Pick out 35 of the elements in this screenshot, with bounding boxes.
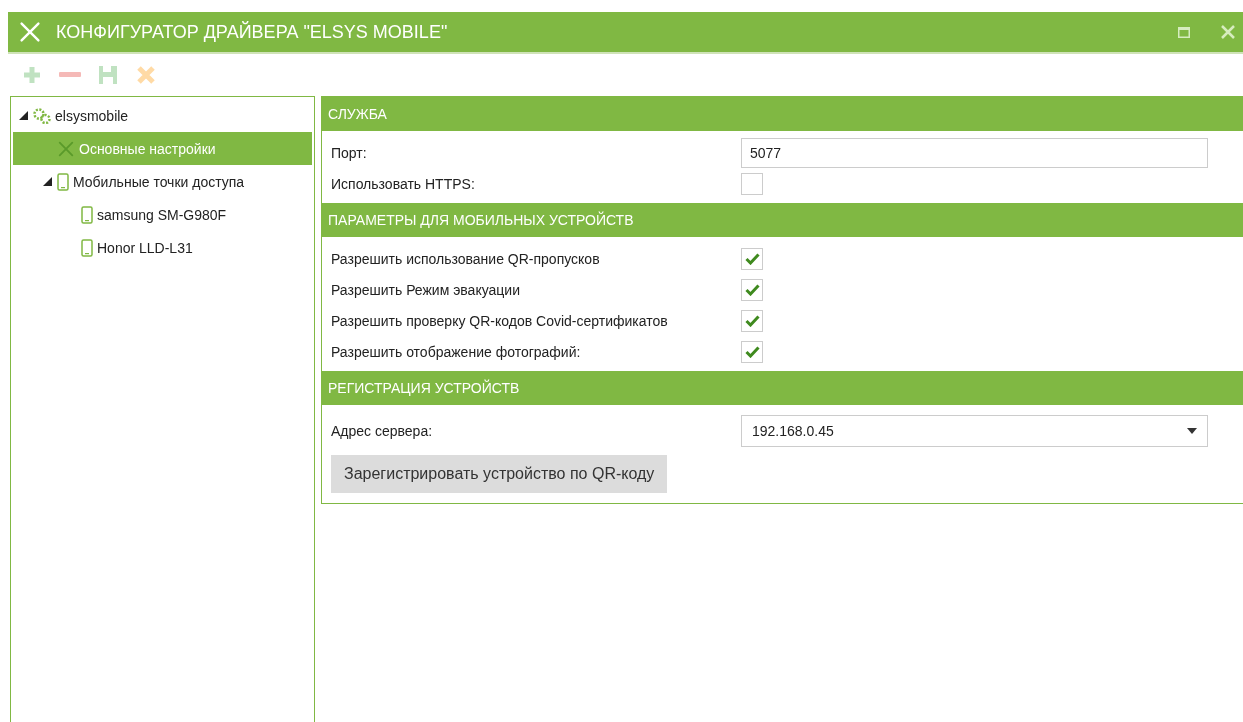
expand-triangle-icon[interactable] xyxy=(19,111,28,120)
field-label: Адрес сервера: xyxy=(330,423,434,439)
server-dropdown[interactable]: 192.168.0.45 xyxy=(741,415,1208,447)
field-label: Разрешить Режим эвакуации xyxy=(330,281,521,298)
phone-icon xyxy=(57,172,69,191)
field-label: Использовать HTTPS: xyxy=(330,175,476,192)
expand-triangle-icon[interactable] xyxy=(43,177,52,186)
register-button[interactable]: Зарегистрировать устройство по QR-коду xyxy=(331,455,668,493)
checkbox[interactable] xyxy=(741,309,763,332)
port-field[interactable]: 5077 xyxy=(741,137,1208,168)
field-label: Разрешить отображение фотографий: xyxy=(330,343,582,360)
checkbox[interactable] xyxy=(741,172,763,195)
phone-icon xyxy=(81,238,93,257)
minus-icon xyxy=(59,71,81,79)
gears-icon xyxy=(33,107,51,124)
plus-icon xyxy=(22,65,42,85)
tree-item[interactable]: Мобильные точки доступа xyxy=(13,165,312,198)
section-header: РЕГИСТРАЦИЯ УСТРОЙСТВ xyxy=(322,371,1243,405)
window-title: КОНФИГУРАТОР ДРАЙВЕРА "ELSYS MOBILE" xyxy=(56,21,449,43)
field-label: Разрешить проверку QR-кодов Covid-сертификатов xyxy=(330,312,669,329)
section-header: СЛУЖБА xyxy=(322,97,1243,131)
tree-item[interactable]: elsysmobile xyxy=(13,99,312,132)
tree-item[interactable]: samsung SM-G980F xyxy=(13,198,312,231)
field-label: Порт: xyxy=(330,144,368,161)
checkbox[interactable] xyxy=(741,278,763,301)
phone-icon xyxy=(81,205,93,224)
checkbox[interactable] xyxy=(741,340,763,363)
maximize-icon xyxy=(1178,26,1190,38)
tree-item[interactable]: Honor LLD-L31 xyxy=(13,231,312,264)
checkbox[interactable] xyxy=(741,247,763,270)
caret-icon[interactable] xyxy=(1187,428,1197,434)
section-header: ПАРАМЕТРЫ ДЛЯ МОБИЛЬНЫХ УСТРОЙСТВ xyxy=(322,203,1243,237)
close-icon xyxy=(1221,25,1235,39)
close-icon xyxy=(136,65,156,85)
field-label: Разрешить использование QR-пропусков xyxy=(330,250,601,267)
